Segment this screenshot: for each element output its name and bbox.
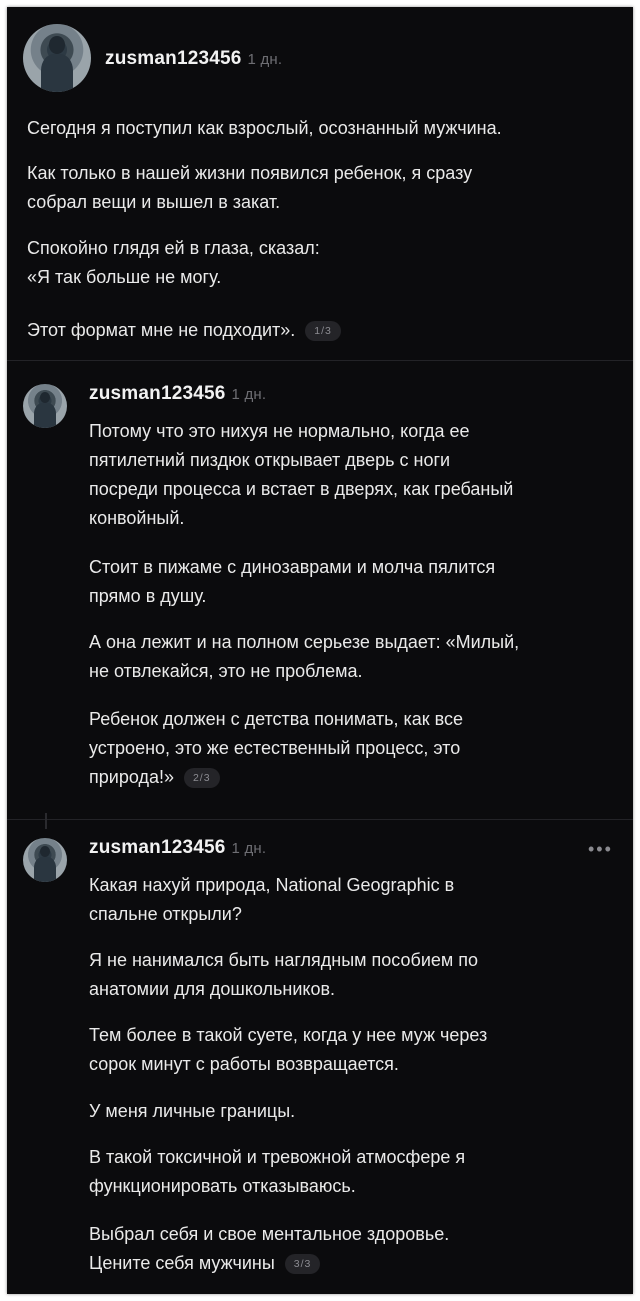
post-paragraph: Я не нанимался быть наглядным пособием п…	[89, 950, 479, 999]
post-age: 1 дн.	[247, 51, 283, 68]
post-paragraph: Потому что это нихуя не нормально, когда…	[89, 421, 514, 528]
username[interactable]: zusman123456 1 дн.	[89, 383, 266, 405]
post-paragraph: У меня личные границы.	[89, 1101, 296, 1121]
post-paragraph: Выбрал себя и свое ментальное здоровье. Ц…	[89, 1224, 450, 1275]
post-paragraph: Сегодня я поступил как взрослый, осознан…	[27, 118, 502, 138]
post-paragraph: А она лежит и на полном серьезе выдает: …	[89, 632, 520, 681]
thread-connector	[45, 813, 47, 829]
post-age: 1 дн.	[231, 386, 267, 403]
avatar[interactable]	[23, 24, 91, 92]
post-paragraph: Тем более в такой суете, когда у нее муж…	[89, 1025, 488, 1074]
post-paragraph: В такой токсичной и тревожной атмосфере …	[89, 1147, 466, 1196]
thread-screenshot: zusman123456 1 дн. Сегодня я поступил как…	[7, 7, 633, 1294]
separator	[7, 360, 633, 361]
post-age: 1 дн.	[231, 840, 267, 857]
avatar[interactable]	[23, 838, 67, 882]
more-options-icon[interactable]: •••	[588, 839, 613, 860]
post-paragraph: Этот формат мне не подходит». 1/3	[27, 316, 341, 345]
username[interactable]: zusman123456 1 дн.	[105, 48, 282, 70]
page-counter: 2/3	[183, 768, 220, 789]
separator	[7, 819, 633, 820]
post-paragraph: Спокойно глядя ей в глаза, сказал: «Я так…	[27, 238, 320, 287]
post-paragraph: Какая нахуй природа, National Geographic…	[89, 875, 455, 924]
post-paragraph: Ребенок должен с детства понимать, как в…	[89, 709, 464, 789]
post-paragraph: Стоит в пижаме с динозаврами и молча пял…	[89, 557, 496, 606]
page-counter: 3/3	[284, 1254, 321, 1275]
avatar[interactable]	[23, 384, 67, 428]
username[interactable]: zusman123456 1 дн.	[89, 837, 266, 859]
page-counter: 1/3	[305, 321, 341, 342]
post-paragraph: Как только в нашей жизни появился ребено…	[27, 163, 473, 212]
